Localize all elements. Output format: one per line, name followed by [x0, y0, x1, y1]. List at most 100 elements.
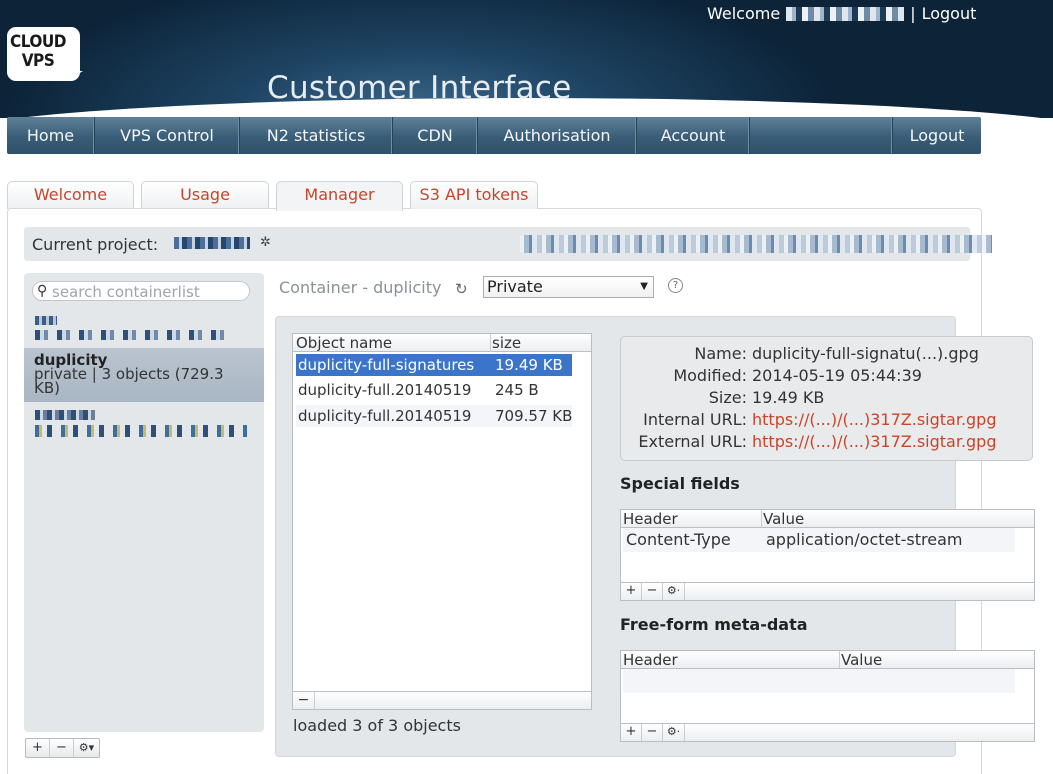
object-table-header: Object name size — [293, 334, 591, 352]
object-table: Object name size duplicity-full-signatur… — [292, 333, 592, 710]
search-input[interactable] — [52, 283, 246, 301]
container-item-redacted[interactable] — [35, 330, 225, 340]
table-row[interactable]: duplicity-full.20140519 245 B — [296, 379, 572, 401]
logo-line-1: CLOUD — [10, 32, 66, 52]
project-gear-icon[interactable]: ✲ — [260, 235, 271, 250]
nav-home[interactable]: Home — [7, 117, 95, 154]
detail-external-url-row: External URL: https://(...)/(...)317Z.si… — [621, 431, 1032, 453]
remove-container-button[interactable]: − — [50, 739, 74, 757]
add-container-button[interactable]: + — [26, 739, 50, 757]
welcome-bar: Welcome | Logout — [707, 4, 976, 23]
remove-meta-button[interactable]: − — [642, 724, 663, 741]
refresh-icon[interactable]: ↻ — [455, 280, 468, 298]
table-row[interactable]: duplicity-full.20140519 709.57 KB — [296, 405, 572, 427]
nav-spacer — [750, 117, 893, 154]
table-row[interactable]: Content-Type application/octet-stream — [623, 528, 1015, 552]
special-fields-tools: + − ⚙· — [621, 582, 1034, 600]
column-header[interactable]: Header — [623, 651, 840, 669]
nav-cdn[interactable]: CDN — [393, 117, 478, 154]
container-item-redacted[interactable] — [35, 425, 247, 437]
internal-url-link[interactable]: https://(...)/(...)317Z.sigtar.gpg — [752, 409, 997, 431]
detail-internal-url-label: Internal URL: — [643, 410, 747, 429]
nav-logout[interactable]: Logout — [893, 117, 981, 154]
detail-modified-value: 2014-05-19 05:44:39 — [752, 366, 922, 385]
header-logout-link[interactable]: Logout — [922, 4, 977, 23]
detail-name-row: Name: duplicity-full-signatu(...).gpg — [621, 343, 1032, 365]
logo-text: CLOUD VPS — [7, 33, 69, 71]
detail-name-value: duplicity-full-signatu(...).gpg — [752, 344, 979, 363]
nav-account[interactable]: Account — [637, 117, 750, 154]
cloudvps-logo[interactable]: CLOUD VPS — [7, 27, 83, 81]
loaded-status: loaded 3 of 3 objects — [293, 716, 461, 735]
special-fields-table: Header Value Content-Type application/oc… — [620, 509, 1035, 601]
add-meta-button[interactable]: + — [621, 724, 642, 741]
column-value[interactable]: Value — [841, 651, 882, 669]
object-name-cell: duplicity-full.20140519 — [298, 407, 472, 425]
meta-data-tools: + − ⚙· — [621, 723, 1034, 741]
detail-size-row: Size: 19.49 KB — [621, 387, 1032, 409]
meta-data-title: Free-form meta-data — [620, 615, 808, 634]
table-row[interactable]: duplicity-full-signatures 19.49 KB — [296, 354, 572, 376]
object-size-cell: 245 B — [495, 381, 539, 399]
detail-internal-url-row: Internal URL: https://(...)/(...)317Z.si… — [621, 409, 1032, 431]
field-header-cell: Content-Type — [626, 530, 731, 549]
site-header: CLOUD VPS Customer Interface Welcome | L… — [0, 0, 1053, 118]
search-icon: ⚲ — [37, 283, 48, 299]
meta-data-table: Header Value + − ⚙· — [620, 650, 1035, 742]
container-item-duplicity[interactable]: duplicity private | 3 objects (729.3 KB) — [24, 348, 264, 402]
detail-modified-row: Modified: 2014-05-19 05:44:39 — [621, 365, 1032, 387]
column-value[interactable]: Value — [763, 510, 804, 528]
access-select[interactable]: Private ▼ — [483, 276, 654, 298]
container-item-redacted[interactable] — [35, 316, 57, 325]
main-nav: Home VPS Control N2 statistics CDN Autho… — [7, 117, 981, 154]
detail-modified-label: Modified: — [673, 366, 747, 385]
special-fields-header: Header Value — [621, 510, 1034, 528]
container-settings-button[interactable]: ⚙▾ — [74, 739, 99, 757]
object-details: Name: duplicity-full-signatu(...).gpg Mo… — [620, 336, 1033, 461]
container-search: ⚲ — [32, 281, 250, 301]
logo-line-2: VPS — [21, 51, 55, 71]
tab-s3-api-tokens[interactable]: S3 API tokens — [410, 181, 538, 209]
detail-external-url-label: External URL: — [638, 432, 747, 451]
username-redacted — [786, 6, 905, 21]
nav-vps-control[interactable]: VPS Control — [95, 117, 240, 154]
column-header[interactable]: Header — [623, 510, 762, 528]
tab-manager[interactable]: Manager — [276, 181, 403, 211]
object-name-cell: duplicity-full-signatures — [298, 356, 475, 374]
empty-row — [623, 669, 1015, 693]
help-icon[interactable]: ? — [668, 278, 683, 293]
nav-n2-statistics[interactable]: N2 statistics — [240, 117, 393, 154]
object-size-cell: 19.49 KB — [495, 356, 563, 374]
project-id-redacted — [520, 235, 992, 253]
container-tools: + − ⚙▾ — [25, 738, 100, 758]
remove-field-button[interactable]: − — [642, 583, 663, 600]
project-name-redacted — [174, 237, 250, 249]
container-meta: private | 3 objects (729.3 KB) — [34, 365, 224, 397]
container-list — [24, 273, 264, 732]
meta-data-header: Header Value — [621, 651, 1034, 669]
detail-size-value: 19.49 KB — [752, 388, 825, 407]
field-settings-button[interactable]: ⚙· — [663, 583, 685, 600]
field-value-cell: application/octet-stream — [766, 530, 963, 549]
current-project-label: Current project: — [32, 235, 159, 254]
add-field-button[interactable]: + — [621, 583, 642, 600]
tab-usage[interactable]: Usage — [141, 181, 269, 209]
object-size-cell: 709.57 KB — [495, 407, 572, 425]
meta-settings-button[interactable]: ⚙· — [663, 724, 685, 741]
welcome-label: Welcome — [707, 4, 781, 23]
app-title: Customer Interface — [267, 70, 572, 106]
container-item-redacted[interactable] — [35, 410, 95, 420]
project-bar: Current project: ✲ — [24, 227, 992, 261]
column-size[interactable]: size — [492, 334, 521, 352]
column-object-name[interactable]: Object name — [296, 334, 491, 352]
detail-name-label: Name: — [694, 344, 747, 363]
object-table-footer: − — [293, 691, 591, 709]
chevron-down-icon: ▼ — [640, 281, 648, 292]
remove-object-button[interactable]: − — [293, 692, 315, 709]
special-fields-title: Special fields — [620, 474, 740, 493]
object-name-cell: duplicity-full.20140519 — [298, 381, 472, 399]
external-url-link[interactable]: https://(...)/(...)317Z.sigtar.gpg — [752, 431, 997, 453]
nav-authorisation[interactable]: Authorisation — [478, 117, 637, 154]
container-title: Container - duplicity — [279, 278, 442, 297]
tab-welcome[interactable]: Welcome — [7, 181, 134, 209]
